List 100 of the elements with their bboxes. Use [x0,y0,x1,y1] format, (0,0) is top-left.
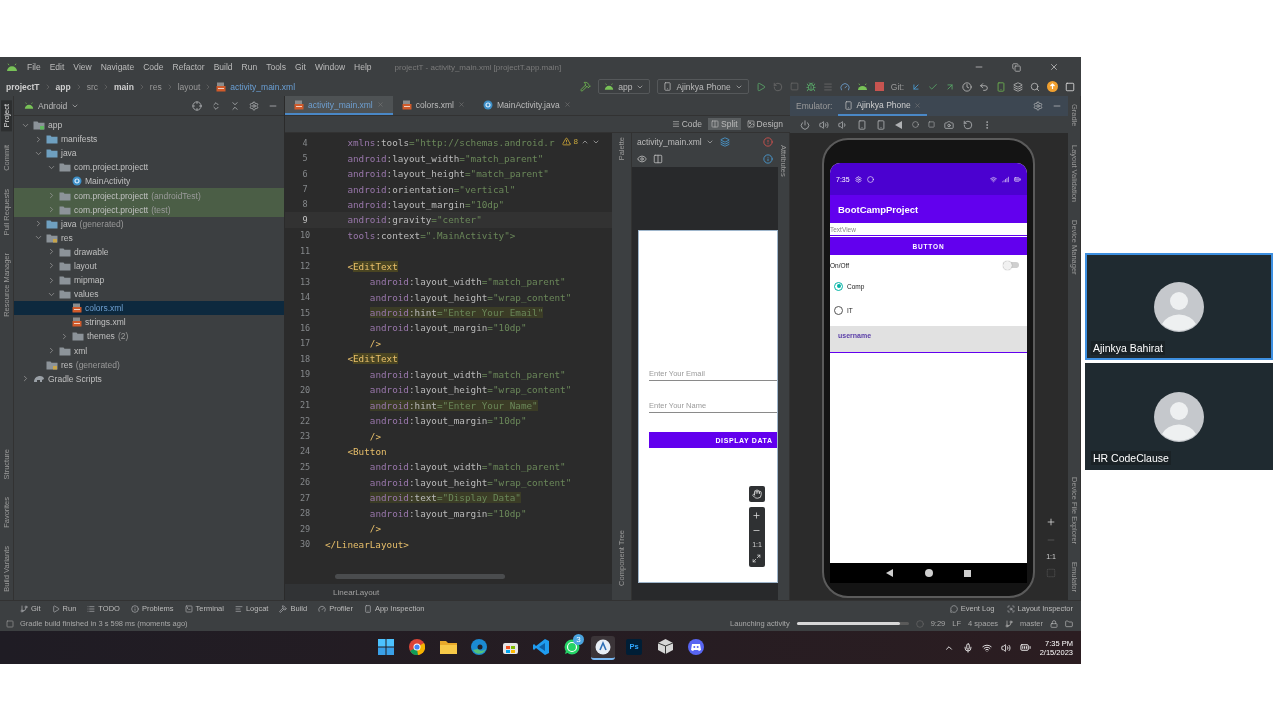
camera-icon[interactable] [944,119,954,130]
breadcrumb-item[interactable]: layout [177,81,201,92]
breadcrumb-item[interactable]: src [86,81,98,92]
play-icon[interactable] [755,81,766,92]
menu-item[interactable]: Refactor [172,62,205,72]
breadcrumb-item[interactable]: res [149,81,162,92]
view-mode-button[interactable]: Split [708,118,741,130]
clock-icon[interactable] [962,81,972,92]
device-dropdown[interactable]: Ajinkya Phone [657,79,749,94]
menu-item[interactable]: Help [354,62,372,72]
robot-icon [856,82,868,91]
code-line: android:layout_margin="10dp" [369,415,527,427]
stop-icon[interactable] [874,82,884,91]
tree-item[interactable]: strings.xml [14,315,284,330]
folder-icon[interactable] [1065,619,1073,628]
settings-icon[interactable] [1033,101,1043,111]
tree-item[interactable]: layout [14,258,284,274]
menu-item[interactable]: Edit [49,62,65,72]
fit-icon[interactable] [752,554,762,563]
menu-item[interactable]: File [27,62,41,72]
undo-icon[interactable] [979,81,989,92]
menu-item[interactable]: Tools [266,62,286,72]
info-icon[interactable] [763,153,773,164]
volume-down-icon[interactable] [838,119,848,130]
back-icon[interactable] [885,569,894,577]
code-line: android:layout_width="match_parent" [347,152,544,164]
crosshair-icon[interactable] [192,100,202,111]
menu-item[interactable]: Window [314,62,346,72]
zoom-in-icon[interactable] [1046,517,1056,527]
breadcrumb-item[interactable]: activity_main.xml [230,81,296,92]
layers-icon[interactable] [719,136,730,147]
zoom-in-icon[interactable] [752,511,762,520]
tree-item[interactable]: java [14,146,284,161]
collapse-icon[interactable] [230,100,240,111]
layers-icon[interactable] [1013,81,1023,92]
tree-item[interactable]: MainActivity [14,174,284,189]
view-mode-button[interactable]: Design [743,118,786,130]
update-icon[interactable] [1047,81,1058,92]
eye-icon[interactable] [637,153,647,164]
home-icon[interactable] [925,569,933,577]
power-icon[interactable] [800,119,810,130]
close-icon[interactable] [1049,62,1059,72]
bug-icon[interactable] [805,81,816,92]
settings-icon[interactable] [249,100,259,111]
tree-item[interactable]: drawable [14,244,284,259]
arrow-icon[interactable] [911,81,921,92]
taskbar-button[interactable] [591,635,615,660]
menu-item[interactable]: Build [213,62,233,72]
toggle-switch[interactable] [1003,262,1019,268]
menu-item[interactable]: Navigate [100,62,135,72]
hammer-icon[interactable] [580,81,592,92]
menu-item[interactable]: Run [241,62,258,72]
tree-item[interactable]: mipmap [14,273,284,288]
tree-item[interactable]: manifests [14,132,284,147]
view-dropdown[interactable]: Android [24,100,80,111]
menu-item[interactable]: View [73,62,92,72]
tree-item[interactable]: java (generated) [14,216,284,231]
breadcrumb-item[interactable]: main [114,81,134,92]
tree-item[interactable]: res [14,230,284,245]
restore-icon[interactable] [1012,62,1021,72]
arrow-icon[interactable] [945,81,955,92]
error-icon[interactable] [763,136,773,147]
tree-item[interactable]: com.project.projectt (androidTest) [14,188,284,203]
avatar-icon [1154,391,1204,442]
tree-item[interactable]: values [14,287,284,302]
breadcrumb-item[interactable]: projectT [6,81,40,92]
square-icon[interactable] [6,619,14,628]
editor-tab[interactable]: colors.xml [392,96,474,115]
tree-item[interactable]: xml [14,343,284,358]
line-number: 13 [298,276,312,287]
check-icon[interactable] [928,81,938,92]
expand-icon[interactable] [211,100,221,111]
volume-up-icon[interactable] [819,119,829,130]
wifi-icon[interactable] [981,642,992,653]
columns-icon[interactable] [653,153,663,164]
lock-icon[interactable] [1050,619,1058,628]
breadcrumb-item[interactable]: LinearLayout [333,587,380,597]
overview-icon[interactable] [964,569,972,577]
menu-item[interactable]: Code [143,62,164,72]
tree-item[interactable]: colors.xml [14,301,284,316]
mic-icon[interactable] [962,642,973,653]
run-config-dropdown[interactable]: app [598,79,651,94]
tree-item[interactable]: res (generated) [14,357,284,372]
phone-icon[interactable] [996,81,1006,92]
hammer-icon [279,604,288,613]
battery-icon[interactable] [1019,642,1031,653]
menu-item[interactable]: Git [295,62,306,72]
robot-icon [604,83,615,90]
editor-tab[interactable]: MainActivity.java [474,96,580,115]
tree-item[interactable]: Gradle Scripts [14,371,284,386]
view-mode-button[interactable]: Code [668,118,705,130]
search-icon[interactable] [1030,81,1040,92]
tree-item[interactable]: app [14,118,284,133]
tree-item[interactable]: themes (2) [14,329,284,344]
pan-button[interactable] [749,486,765,502]
tree-item[interactable]: com.project.projectt [14,160,284,175]
gauge-icon[interactable] [839,81,850,92]
breadcrumb-item[interactable]: app [55,81,71,92]
code-line: android:gravity="center" [347,214,482,226]
volume-icon[interactable] [1000,642,1011,653]
